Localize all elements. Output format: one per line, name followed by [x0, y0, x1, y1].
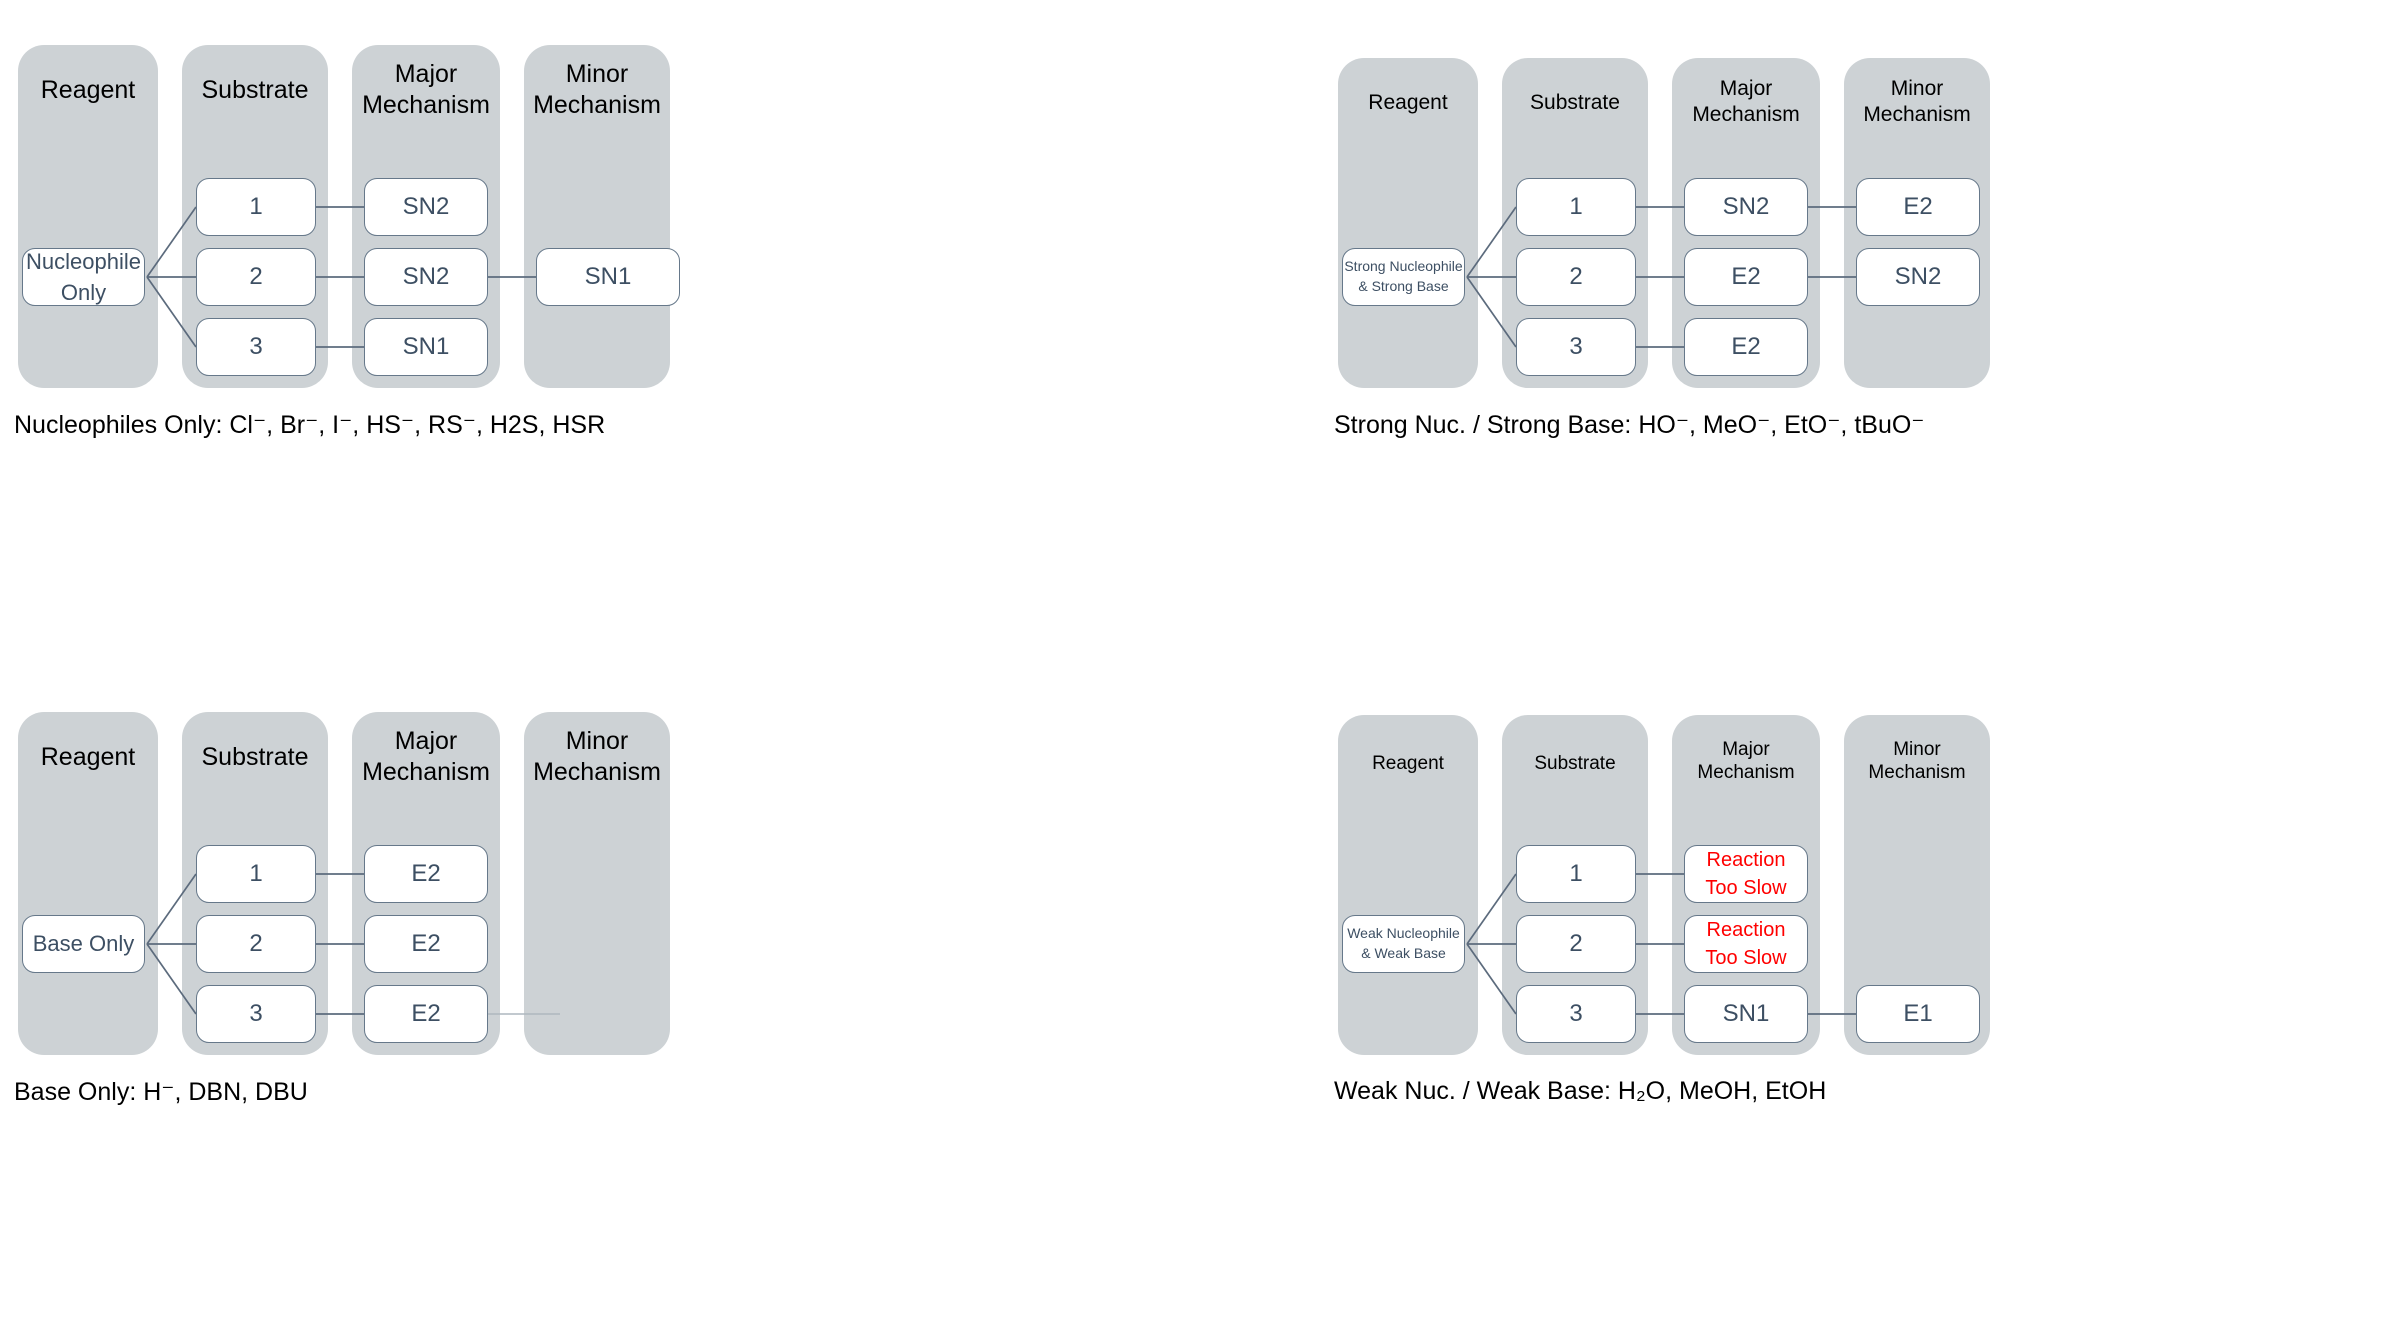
reagent-node[interactable]: Nucleophile Only	[22, 248, 145, 306]
quadrant-weak-nuc-weak-base: Reagent Substrate Major Mechanism Minor …	[1320, 682, 2400, 1327]
major-mechanism-node-2[interactable]: E2	[1684, 248, 1808, 306]
substrate-node-1[interactable]: 1	[1516, 178, 1636, 236]
quadrant-base-only: Reagent Substrate Major Mechanism Minor …	[0, 682, 1080, 1327]
substrate-node-2[interactable]: 2	[1516, 915, 1636, 973]
substrate-node-2[interactable]: 2	[196, 915, 316, 973]
major-mechanism-node-1[interactable]: SN2	[1684, 178, 1808, 236]
column-header-major-mechanism: Major Mechanism	[362, 727, 490, 786]
quadrant-caption: Weak Nuc. / Weak Base: H₂O, MeOH, EtOH	[1334, 1077, 1827, 1105]
major-mechanism-node-3[interactable]: E2	[364, 985, 488, 1043]
reagent-node[interactable]: Weak Nucleophile & Weak Base	[1342, 915, 1465, 973]
column-header-reagent: Reagent	[40, 743, 136, 771]
quadrant-caption: Base Only: H⁻, DBN, DBU	[14, 1078, 308, 1106]
column-header-substrate: Substrate	[201, 76, 309, 104]
substrate-node-1[interactable]: 1	[1516, 845, 1636, 903]
column-header-minor-mechanism: Minor Mechanism	[533, 60, 661, 119]
column-header-substrate: Substrate	[1530, 91, 1620, 114]
substrate-node-3[interactable]: 3	[1516, 318, 1636, 376]
major-mechanism-node-3[interactable]: E2	[1684, 318, 1808, 376]
column-header-minor-mechanism: Minor Mechanism	[533, 727, 661, 786]
reagent-node[interactable]: Base Only	[22, 915, 145, 973]
major-mechanism-node-2[interactable]: SN2	[364, 248, 488, 306]
column-header-substrate: Substrate	[1534, 753, 1616, 774]
substrate-node-3[interactable]: 3	[196, 318, 316, 376]
column-header-major-mechanism: Major Mechanism	[362, 60, 490, 119]
substrate-node-2[interactable]: 2	[1516, 248, 1636, 306]
major-mechanism-node-1[interactable]: Reaction Too Slow	[1684, 845, 1808, 903]
quadrant-nucleophiles-only: Reagent Substrate Major Mechanism Minor …	[0, 0, 1080, 660]
reagent-node[interactable]: Strong Nucleophile & Strong Base	[1342, 248, 1465, 306]
major-mechanism-node-1[interactable]: E2	[364, 845, 488, 903]
major-mechanism-node-3[interactable]: SN1	[1684, 985, 1808, 1043]
quadrant-strong-nuc-strong-base: Reagent Substrate Major Mechanism Minor …	[1320, 0, 2400, 660]
column-header-major-mechanism: Major Mechanism	[1697, 739, 1795, 784]
major-mechanism-node-2[interactable]: E2	[364, 915, 488, 973]
column-header-major-mechanism: Major Mechanism	[1692, 77, 1800, 126]
major-mechanism-node-3[interactable]: SN1	[364, 318, 488, 376]
column-header-reagent: Reagent	[1368, 91, 1448, 114]
substrate-node-1[interactable]: 1	[196, 178, 316, 236]
column-header-substrate: Substrate	[201, 743, 309, 771]
substrate-node-3[interactable]: 3	[1516, 985, 1636, 1043]
column-header-minor-mechanism: Minor Mechanism	[1868, 739, 1966, 784]
minor-mechanism-node-1[interactable]: E2	[1856, 178, 1980, 236]
column-header-minor-mechanism: Minor Mechanism	[1863, 77, 1971, 126]
major-mechanism-node-1[interactable]: SN2	[364, 178, 488, 236]
quadrant-caption: Nucleophiles Only: Cl⁻, Br⁻, I⁻, HS⁻, RS…	[14, 411, 606, 439]
quadrant-caption: Strong Nuc. / Strong Base: HO⁻, MeO⁻, Et…	[1334, 411, 1925, 439]
column-header-reagent: Reagent	[40, 76, 136, 104]
minor-mechanism-node-2[interactable]: SN2	[1856, 248, 1980, 306]
minor-mechanism-node-2[interactable]: SN1	[536, 248, 680, 306]
substrate-node-3[interactable]: 3	[196, 985, 316, 1043]
minor-mechanism-node-3[interactable]: E1	[1856, 985, 1980, 1043]
column-header-reagent: Reagent	[1372, 753, 1444, 774]
substrate-node-2[interactable]: 2	[196, 248, 316, 306]
substrate-node-1[interactable]: 1	[196, 845, 316, 903]
major-mechanism-node-2[interactable]: Reaction Too Slow	[1684, 915, 1808, 973]
